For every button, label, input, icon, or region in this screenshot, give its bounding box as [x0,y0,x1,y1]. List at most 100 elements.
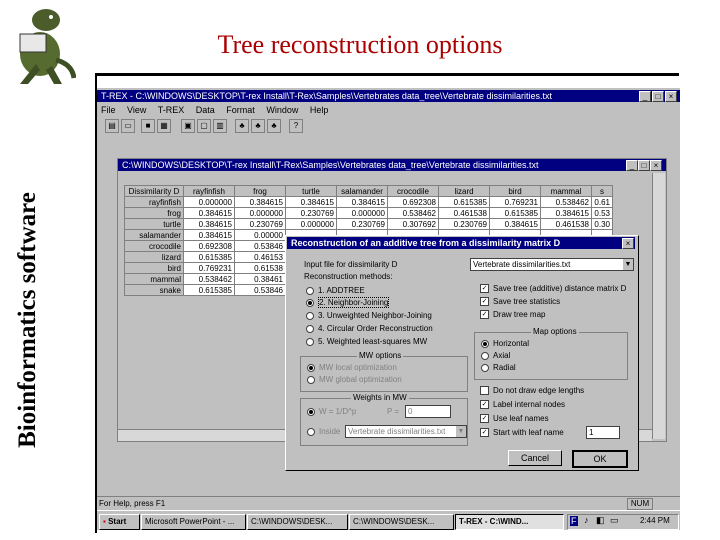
table-cell[interactable]: 0.538462 [540,196,592,208]
check-start-leaf[interactable]: ✓ Start with leaf name [480,428,564,438]
menu-view[interactable]: View [127,105,146,115]
inner-close-button[interactable]: × [650,160,662,171]
row-label[interactable]: bird [124,262,184,274]
table-cell[interactable]: 0.384615 [234,196,286,208]
tree-green-icon[interactable]: ♣ [267,119,281,133]
row-label[interactable]: rayfinfish [124,196,184,208]
task-desktop-2[interactable]: C:\WINDOWS\DESK... [349,514,454,530]
menu-window[interactable]: Window [266,105,298,115]
table-cell[interactable]: 0.384615 [183,218,235,230]
row-label[interactable]: frog [124,207,184,219]
copy-icon[interactable]: ▣ [181,119,195,133]
table-cell[interactable]: 0.769231 [183,262,235,274]
map-radial-option[interactable]: Radial [481,363,516,372]
table-cell[interactable]: 0.230769 [234,218,286,230]
menu-file[interactable]: File [101,105,116,115]
task-trex[interactable]: T-REX - C:\WIND... [455,514,564,530]
table-cell[interactable]: 0.384615 [183,229,235,241]
row-label[interactable]: crocodile [124,240,184,252]
check-no-edge-lengths[interactable]: Do not draw edge lengths [480,386,584,396]
table-cell[interactable]: 0.53 [591,207,613,219]
method-option-4[interactable]: 4. Circular Order Reconstruction [306,324,433,333]
method-option-1[interactable]: 1. ADDTREE [306,286,365,295]
table-cell[interactable]: 0.230769 [336,218,388,230]
vertical-scrollbar[interactable] [652,173,665,439]
check-leaf-names[interactable]: ✓ Use leaf names [480,414,549,424]
menu-format[interactable]: Format [226,105,255,115]
column-header[interactable]: lizard [438,185,490,197]
print-icon[interactable]: ▦ [157,119,171,133]
table-cell[interactable]: 0.538462 [183,273,235,285]
row-label[interactable]: turtle [124,218,184,230]
inner-minimize-button[interactable]: _ [626,160,638,171]
save-icon[interactable]: ■ [141,119,155,133]
p-input[interactable]: 0 [405,405,451,418]
table-cell[interactable]: 0.615385 [183,251,235,263]
menu-data[interactable]: Data [196,105,215,115]
table-cell[interactable]: 0.384615 [336,196,388,208]
column-header[interactable]: frog [234,185,286,197]
table-cell[interactable]: 0.769231 [489,196,541,208]
folder-icon[interactable]: ▭ [121,119,135,133]
speaker-icon[interactable]: ♪ [584,515,589,525]
table-cell[interactable]: 0.692308 [183,240,235,252]
table-cell[interactable]: 0.38461 [234,273,286,285]
help-icon[interactable]: ? [289,119,303,133]
column-header[interactable]: turtle [285,185,337,197]
row-label[interactable]: lizard [124,251,184,263]
minimize-button[interactable]: _ [639,91,651,102]
column-header[interactable]: s [591,185,613,197]
column-header[interactable]: crocodile [387,185,439,197]
menu-trex[interactable]: T-REX [158,105,185,115]
check-label-nodes[interactable]: ✓ Label internal nodes [480,400,565,410]
table-cell[interactable]: 0.46153 [234,251,286,263]
table-cell[interactable]: 0.000000 [234,207,286,219]
table-cell[interactable]: 0.692308 [387,196,439,208]
map-axial-option[interactable]: Axial [481,351,510,360]
table-cell[interactable]: 0.30 [591,218,613,230]
mw-global-option[interactable]: MW global optimization [307,375,402,384]
tray-app-icon[interactable]: F [570,516,578,526]
method-option-5[interactable]: 5. Weighted least-squares MW [306,337,427,346]
table-cell[interactable]: 0.615385 [438,196,490,208]
task-desktop-1[interactable]: C:\WINDOWS\DESK... [247,514,348,530]
table-cell[interactable]: 0.538462 [387,207,439,219]
column-header[interactable]: bird [489,185,541,197]
ok-button[interactable]: OK [572,450,628,468]
table-cell[interactable]: 0.384615 [183,207,235,219]
start-button[interactable]: ▪ Start [99,514,140,530]
table-cell[interactable]: 0.000000 [336,207,388,219]
table-cell[interactable]: 0.461538 [540,218,592,230]
tree-orange-icon[interactable]: ♣ [251,119,265,133]
mw-local-option[interactable]: MW local optimization [307,363,397,372]
weight-file-option[interactable]: Inside [307,427,340,436]
table-cell[interactable]: 0.61 [591,196,613,208]
table-cell[interactable]: 0.000000 [285,218,337,230]
check-draw-map[interactable]: ✓ Draw tree map [480,310,545,320]
table-cell[interactable]: 0.230769 [438,218,490,230]
weight-power-option[interactable]: W = 1/D^p [307,407,356,416]
table-cell[interactable]: 0.61538 [234,262,286,274]
table-cell[interactable]: 0.53846 [234,240,286,252]
table-cell[interactable]: 0.000000 [183,196,235,208]
tree-red-icon[interactable]: ♣ [235,119,249,133]
input-file-select[interactable]: Vertebrate dissimilarities.txt ▼ [470,258,634,271]
method-option-2[interactable]: 2. Neighbor-Joining [306,297,390,308]
column-header[interactable]: salamander [336,185,388,197]
method-option-3[interactable]: 3. Unweighted Neighbor-Joining [306,311,432,320]
table-cell[interactable]: 0.53846 [234,284,286,296]
network-icon[interactable]: ◧ [596,515,605,526]
inner-maximize-button[interactable]: □ [638,160,650,171]
monitor-icon[interactable]: ▭ [610,515,619,526]
table-cell[interactable]: 0.615385 [489,207,541,219]
row-label[interactable]: snake [124,284,184,296]
table-cell[interactable]: 0.307692 [387,218,439,230]
table-cell[interactable]: 0.384615 [540,207,592,219]
table-cell[interactable]: 0.00000 [234,229,286,241]
cancel-button[interactable]: Cancel [508,450,562,466]
map-horizontal-option[interactable]: Horizontal [481,339,529,348]
check-save-matrix[interactable]: ✓ Save tree (additive) distance matrix D [480,284,626,294]
maximize-button[interactable]: □ [652,91,664,102]
row-label[interactable]: salamander [124,229,184,241]
open-icon[interactable]: ▤ [105,119,119,133]
